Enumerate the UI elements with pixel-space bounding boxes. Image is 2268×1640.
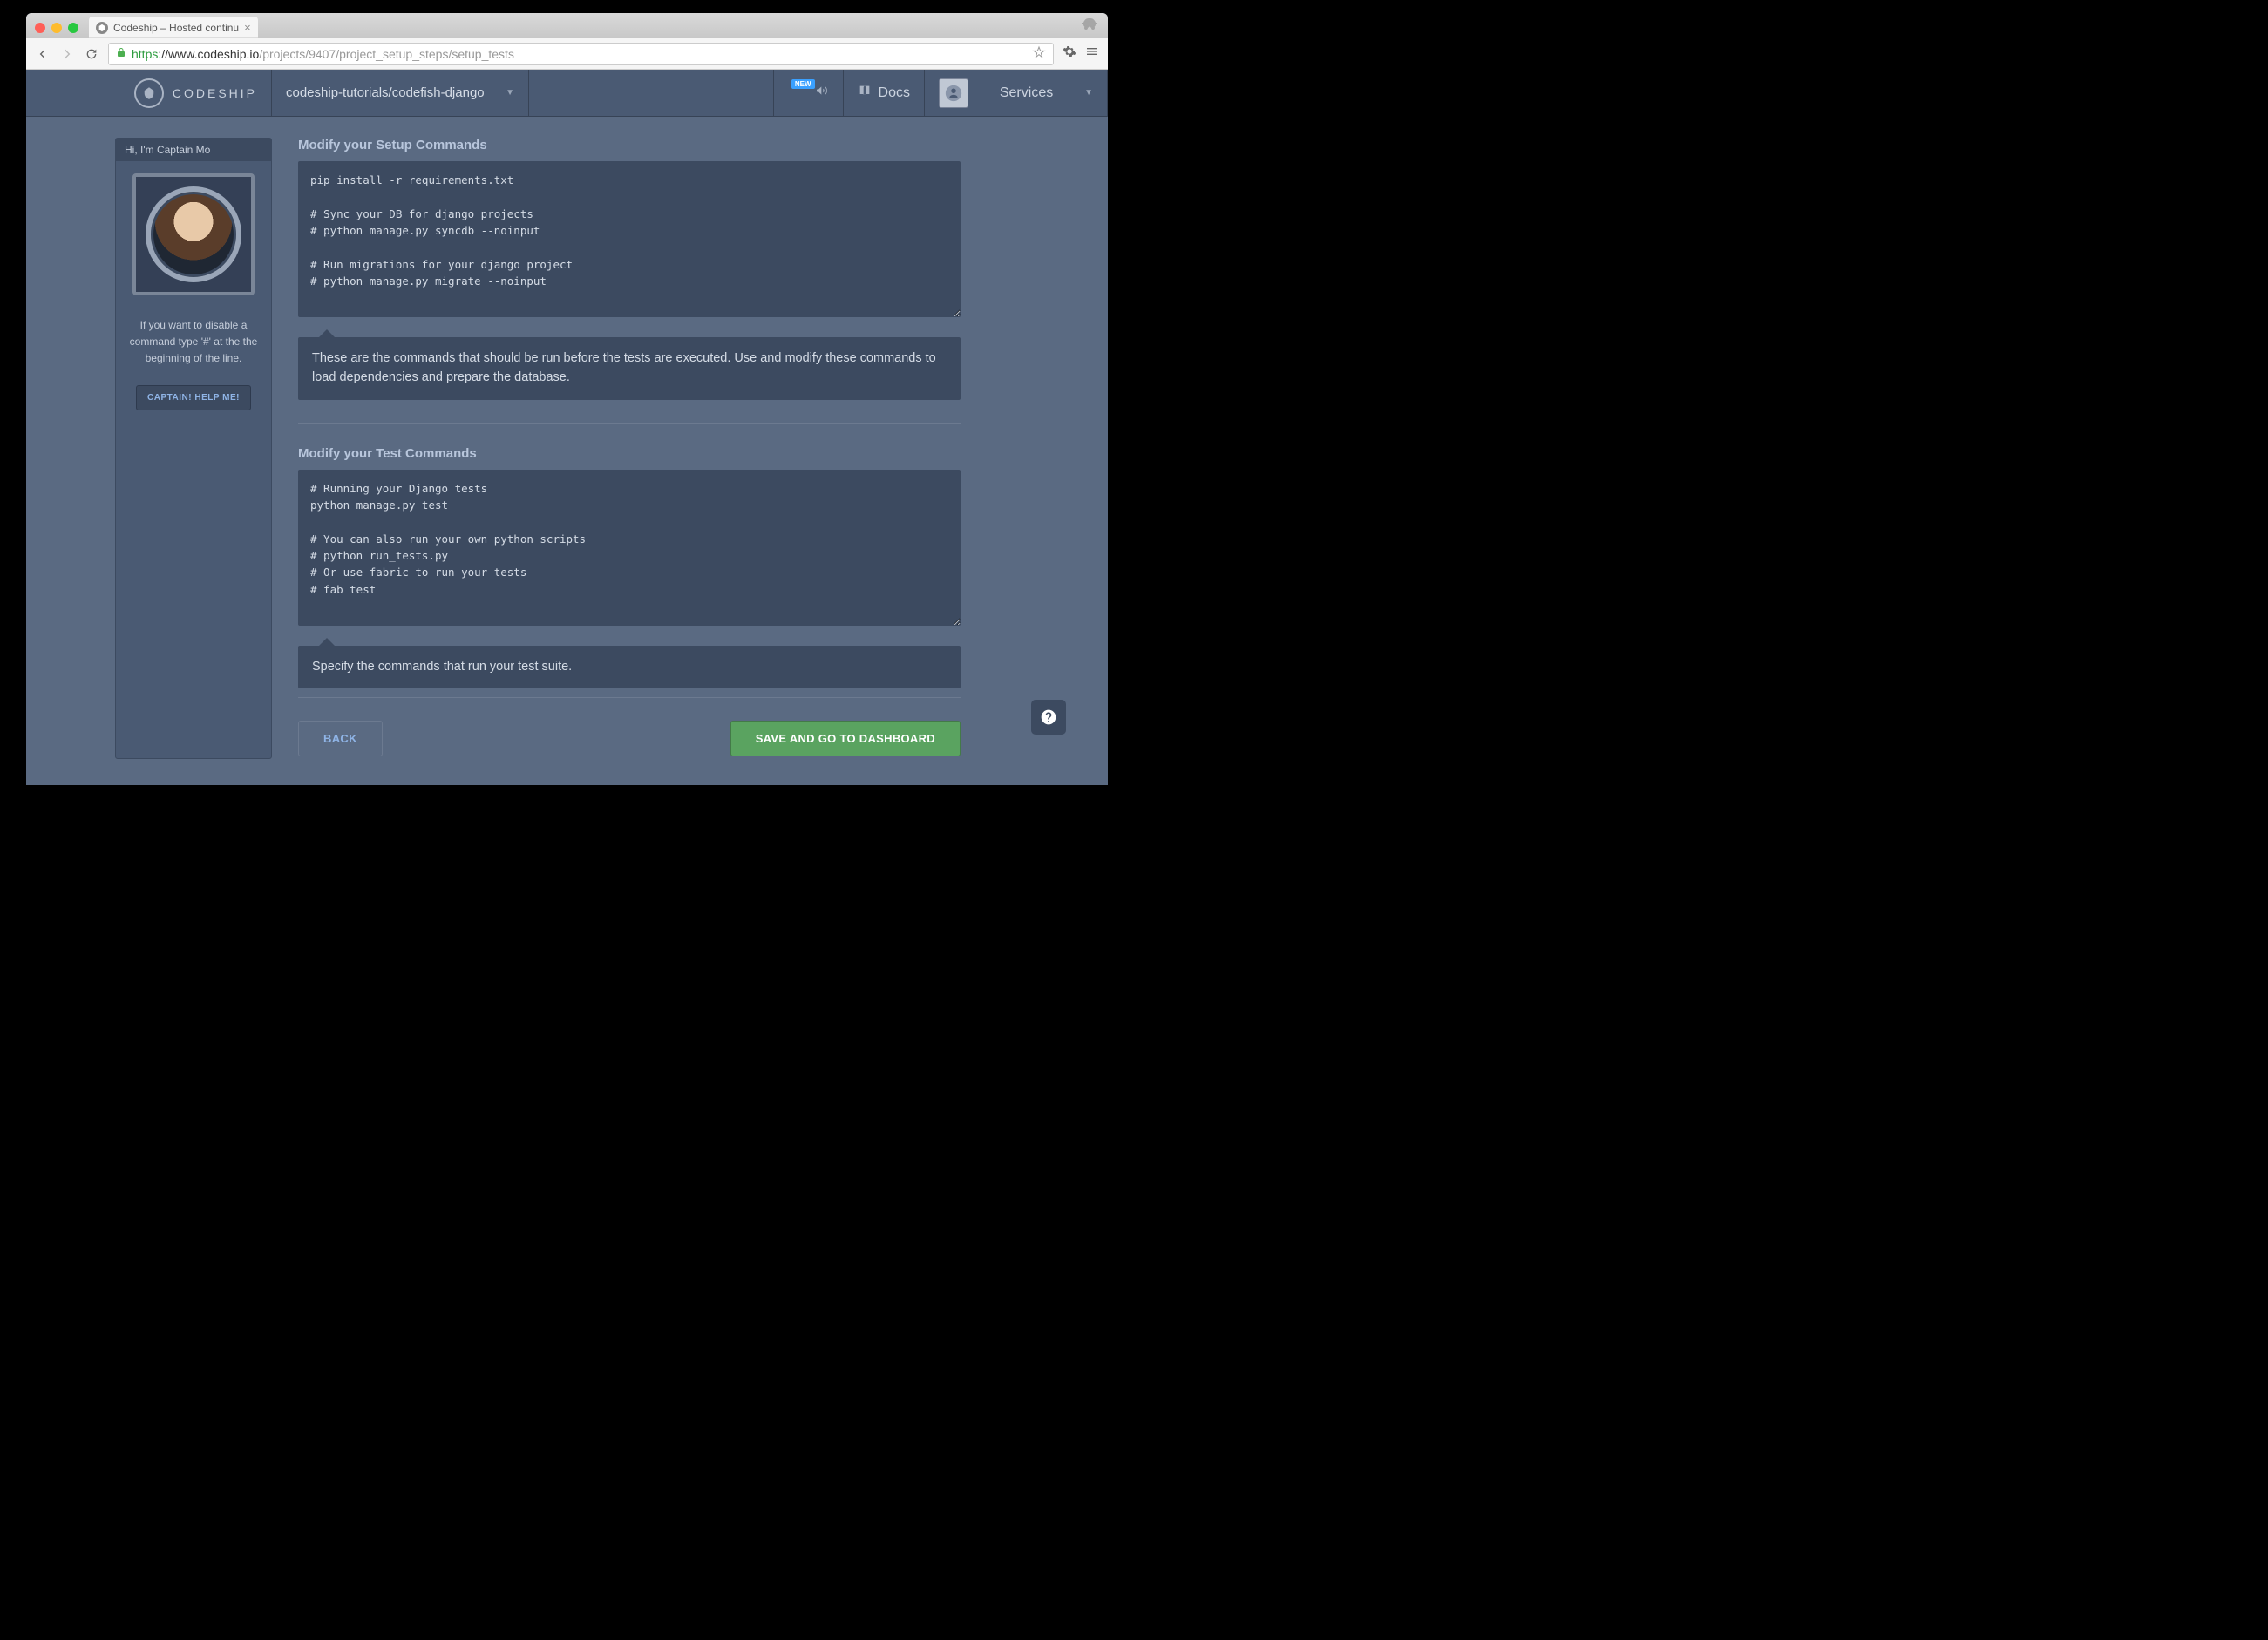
setup-commands-textarea[interactable] [298,161,961,317]
setup-commands-hint: These are the commands that should be ru… [298,337,961,400]
help-fab[interactable] [1031,700,1066,735]
favicon-icon [96,22,108,34]
docs-label: Docs [879,85,910,101]
save-dashboard-button[interactable]: SAVE AND GO TO DASHBOARD [730,721,961,756]
setup-commands-title: Modify your Setup Commands [298,138,961,152]
logo-text: CODESHIP [173,86,257,100]
tab-title: Codeship – Hosted continu [113,22,239,34]
browser-tab[interactable]: Codeship – Hosted continu × [89,17,258,38]
reload-button[interactable] [84,46,99,62]
browser-window: Codeship – Hosted continu × https ://www… [26,13,1108,785]
footer-actions: BACK SAVE AND GO TO DASHBOARD [298,697,961,756]
captain-tip: If you want to disable a command type '#… [116,308,271,376]
services-label: Services [1000,85,1053,101]
sidebar: Hi, I'm Captain Mo If you want to disabl… [26,138,272,759]
divider [298,423,961,424]
tab-strip: Codeship – Hosted continu × [26,13,1108,38]
captain-avatar [116,161,271,308]
chevron-down-icon: ▼ [1084,88,1093,98]
browser-toolbar: https ://www.codeship.io /projects/9407/… [26,38,1108,70]
project-selector[interactable]: codeship-tutorials/codefish-django ▼ [272,70,529,116]
back-button[interactable] [35,46,51,62]
incognito-icon [1076,15,1101,40]
zoom-window-button[interactable] [68,23,78,33]
address-bar[interactable]: https ://www.codeship.io /projects/9407/… [108,43,1054,65]
captain-help-button[interactable]: CAPTAIN! HELP ME! [136,385,251,410]
close-tab-icon[interactable]: × [244,21,251,34]
url-protocol: https [132,47,158,61]
services-menu[interactable]: Services ▼ [925,70,1108,116]
minimize-window-button[interactable] [51,23,62,33]
close-window-button[interactable] [35,23,45,33]
test-commands-hint: Specify the commands that run your test … [298,646,961,689]
chevron-down-icon: ▼ [506,88,514,98]
window-controls [33,23,84,38]
megaphone-icon [815,84,829,102]
avatar [939,78,968,108]
announcements-button[interactable]: NEW [773,70,844,116]
captain-panel: Hi, I'm Captain Mo If you want to disabl… [115,138,272,759]
captain-header: Hi, I'm Captain Mo [116,139,271,161]
docs-link[interactable]: Docs [844,70,925,116]
lock-icon [116,46,126,61]
url-host: ://www.codeship.io [158,47,259,61]
test-commands-textarea[interactable] [298,470,961,626]
back-step-button[interactable]: BACK [298,721,383,756]
menu-icon[interactable] [1085,44,1099,63]
forward-button[interactable] [59,46,75,62]
new-badge: NEW [791,79,815,89]
logo-icon [134,78,164,108]
page-content: Hi, I'm Captain Mo If you want to disabl… [26,117,1108,785]
book-icon [858,84,872,102]
test-commands-title: Modify your Test Commands [298,446,961,461]
project-name: codeship-tutorials/codefish-django [286,85,485,100]
bookmark-icon[interactable] [1032,45,1046,62]
url-path: /projects/9407/project_setup_steps/setup… [259,47,514,61]
main-column: Modify your Setup Commands These are the… [298,138,978,759]
logo[interactable]: CODESHIP [26,70,272,116]
settings-icon[interactable] [1063,44,1076,63]
app-header: CODESHIP codeship-tutorials/codefish-dja… [26,70,1108,117]
